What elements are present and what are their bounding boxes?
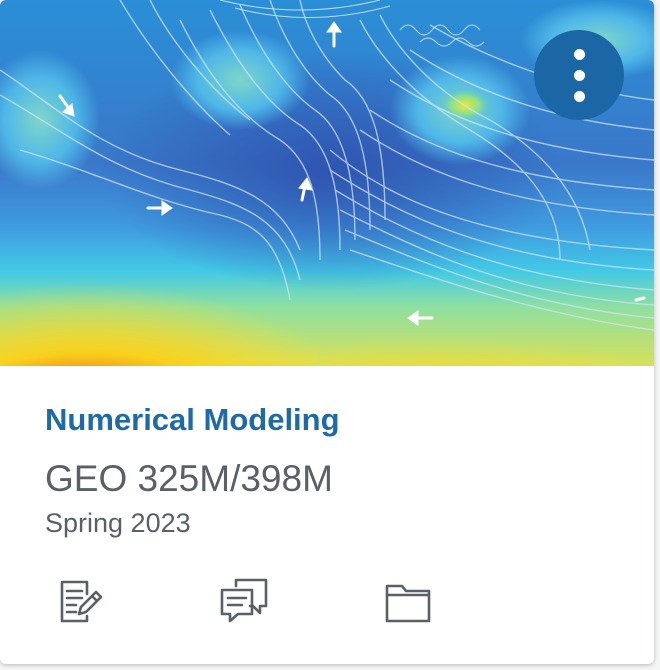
discussions-button[interactable] xyxy=(214,571,274,631)
card-actions xyxy=(0,571,654,631)
kebab-dot xyxy=(573,69,585,81)
course-code: GEO 325M/398M xyxy=(45,458,333,499)
course-image[interactable] xyxy=(0,0,654,366)
course-card[interactable]: Numerical Modeling GEO 325M/398M Spring … xyxy=(0,0,654,664)
assignments-button[interactable] xyxy=(50,571,110,631)
assignment-edit-icon xyxy=(60,580,103,623)
card-body: Numerical Modeling GEO 325M/398M Spring … xyxy=(0,366,654,664)
card-options-button[interactable] xyxy=(534,30,624,120)
folder-icon xyxy=(385,584,431,623)
course-name-link[interactable]: Numerical Modeling xyxy=(45,402,340,438)
files-button[interactable] xyxy=(378,571,438,631)
kebab-vertical-icon xyxy=(573,48,585,60)
kebab-dot xyxy=(573,90,585,102)
course-term: Spring 2023 xyxy=(45,508,191,538)
discussions-icon xyxy=(220,578,268,623)
